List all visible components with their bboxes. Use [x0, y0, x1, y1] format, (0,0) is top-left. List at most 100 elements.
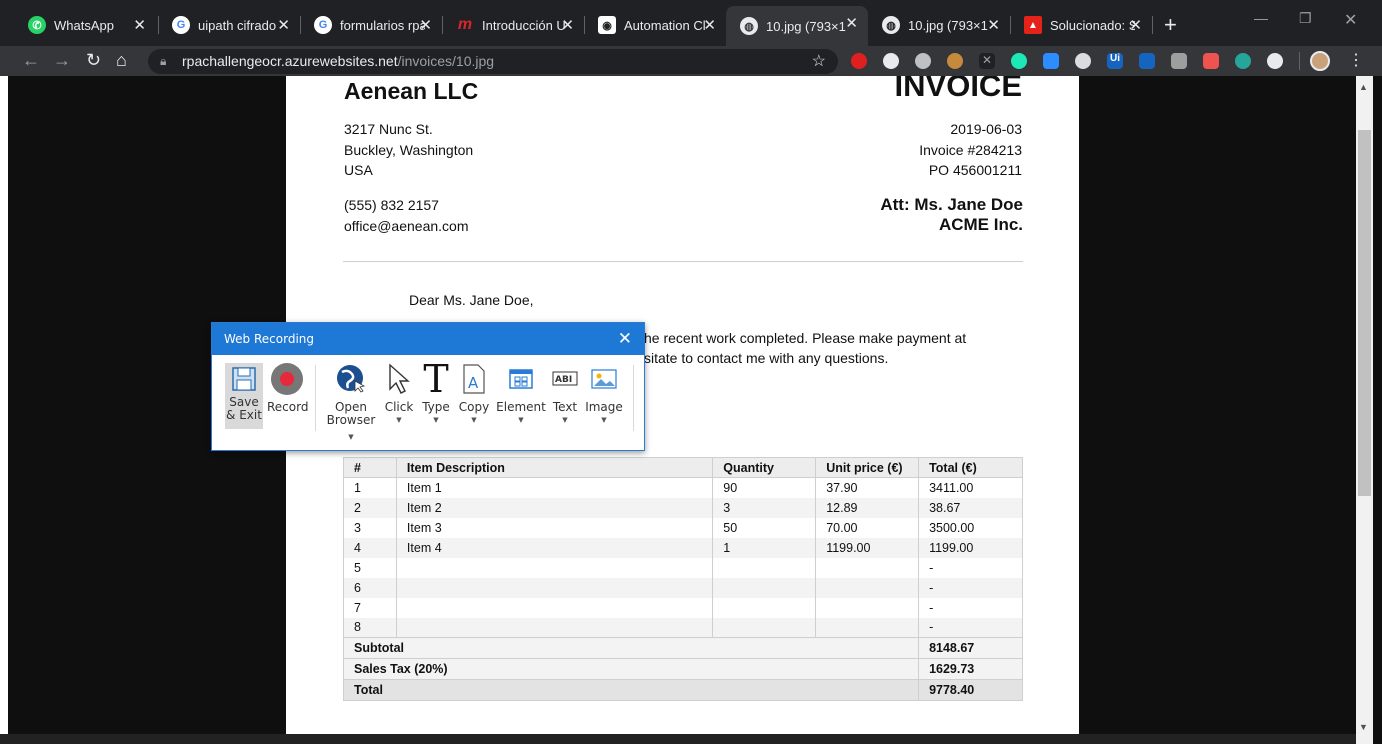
table-cell: 50: [712, 517, 817, 538]
click-button[interactable]: Click ▼: [382, 363, 416, 427]
vertical-scrollbar[interactable]: ▲ ▼: [1356, 76, 1373, 744]
body-text: he recent work completed. Please make pa…: [644, 330, 967, 346]
extension-x-icon[interactable]: ✕: [979, 53, 995, 69]
extension-b-icon[interactable]: [1171, 53, 1187, 69]
home-icon[interactable]: ⌂: [116, 50, 127, 71]
close-window-icon[interactable]: ✕: [1344, 10, 1357, 30]
table-cell: 70.00: [815, 517, 920, 538]
tab-formularios-rpa[interactable]: G formularios rpa ✕: [300, 8, 442, 42]
m-logo-icon: m: [457, 16, 473, 33]
tab-solucionado[interactable]: ▲ Solucionado: S ✕: [1010, 8, 1152, 42]
scroll-down-arrow-icon[interactable]: ▼: [1359, 722, 1368, 732]
table-cell: 8: [343, 617, 397, 638]
subtotal-label: Subtotal: [342, 637, 920, 659]
extension-badge-icon[interactable]: [1203, 53, 1219, 69]
table-cell: 3: [712, 497, 817, 518]
copy-button[interactable]: A Copy ▼: [456, 363, 492, 427]
table-cell: [712, 597, 817, 618]
extension-hand-icon[interactable]: [851, 53, 867, 69]
browser-tab-strip: ✆ WhatsApp ✕ G uipath cifrado ✕ G formul…: [0, 0, 1382, 46]
url-path: /invoices/10.jpg: [397, 53, 495, 69]
table-cell: [712, 577, 817, 598]
svg-text:A: A: [468, 374, 479, 392]
items-table: # Item Description Quantity Unit price (…: [342, 457, 1023, 701]
table-cell: -: [918, 597, 1023, 618]
table-row: 4 Item 4 1 1199.00 1199.00: [343, 537, 1023, 558]
close-icon[interactable]: ✕: [561, 16, 574, 34]
tab-whatsapp[interactable]: ✆ WhatsApp ✕: [14, 8, 156, 42]
extension-chat-icon[interactable]: [1011, 53, 1027, 69]
google-icon: G: [172, 16, 190, 34]
extension-icon[interactable]: [1267, 53, 1283, 69]
extension-icon[interactable]: [1235, 53, 1251, 69]
reload-icon[interactable]: ↻: [86, 50, 101, 71]
open-browser-button[interactable]: Open Browser ▼: [325, 363, 377, 444]
button-label: Open: [334, 400, 368, 414]
table-row: 2 Item 2 3 12.89 38.67: [343, 497, 1023, 518]
table-cell: 12.89: [815, 497, 920, 518]
text-button[interactable]: ABI Text ▼: [549, 363, 581, 427]
invoice-title: INVOICE: [894, 76, 1022, 103]
browser-toolbar: ← → ↻ ⌂ 🔒︎ rpachallengeocr.azurewebsites…: [0, 46, 1382, 76]
tab-10jpg[interactable]: ◍ 10.jpg (793×1 ✕: [868, 8, 1010, 42]
button-label: Browser: [326, 413, 376, 427]
restore-icon[interactable]: ❐: [1299, 10, 1312, 27]
zoom-extension-icon[interactable]: [1043, 53, 1059, 69]
uipath-extension-icon[interactable]: Ui: [1107, 53, 1123, 69]
close-icon[interactable]: ✕: [277, 16, 290, 34]
table-cell: 90: [712, 477, 817, 498]
new-tab-button[interactable]: +: [1164, 12, 1177, 38]
close-icon[interactable]: ✕: [987, 16, 1000, 34]
profile-avatar[interactable]: [1310, 51, 1330, 71]
element-button[interactable]: Element ▼: [496, 363, 546, 427]
close-icon[interactable]: ✕: [1129, 16, 1142, 34]
close-icon[interactable]: ✕: [845, 14, 858, 32]
body-text: sitate to contact me with any questions.: [644, 350, 889, 366]
address-bar[interactable]: 🔒︎ rpachallengeocr.azurewebsites.net/inv…: [148, 49, 838, 74]
image-button[interactable]: Image ▼: [584, 363, 624, 427]
cookie-extension-icon[interactable]: [947, 53, 963, 69]
bookmark-star-icon[interactable]: ☆: [812, 49, 826, 74]
address-line: Buckley, Washington: [344, 142, 474, 158]
table-cell: Item 4: [395, 537, 714, 558]
type-t-icon: T: [423, 357, 449, 401]
subtotal-value: 8148.67: [918, 637, 1023, 659]
scrollbar-thumb[interactable]: [1358, 130, 1371, 496]
tax-value: 1629.73: [918, 658, 1023, 680]
forward-icon[interactable]: →: [53, 50, 71, 71]
back-icon[interactable]: ←: [22, 50, 40, 71]
scroll-up-arrow-icon[interactable]: ▲: [1359, 82, 1368, 92]
button-label: Copy: [458, 400, 490, 414]
close-icon[interactable]: ✕: [419, 16, 432, 34]
close-icon[interactable]: ✕: [133, 16, 146, 34]
column-header: #: [343, 457, 397, 478]
globe-icon: ◍: [882, 16, 900, 34]
record-button[interactable]: Record: [267, 363, 308, 414]
minimize-icon[interactable]: ―: [1254, 10, 1268, 26]
tab-introduccion[interactable]: m Introducción U ✕: [442, 8, 584, 42]
table-cell: 38.67: [918, 497, 1023, 518]
tax-row: Sales Tax (20%) 1629.73: [342, 658, 1023, 680]
type-button[interactable]: T Type ▼: [419, 357, 453, 427]
table-cell: [395, 597, 714, 618]
table-cell: [395, 617, 714, 638]
tab-10jpg-active[interactable]: ◍ 10.jpg (793×1 ✕: [726, 6, 868, 46]
chart-extension-icon[interactable]: [1139, 53, 1155, 69]
table-cell: [712, 617, 817, 638]
whatsapp-icon: ✆: [28, 16, 46, 34]
menu-dots-icon[interactable]: ⋮: [1348, 50, 1364, 70]
tab-automation[interactable]: ◉ Automation Cl ✕: [584, 8, 726, 42]
close-icon[interactable]: ✕: [703, 16, 716, 34]
address-line: USA: [344, 162, 373, 178]
tab-uipath-cifrado[interactable]: G uipath cifrado ✕: [158, 8, 300, 42]
table-cell: 6: [343, 577, 397, 598]
extension-icon[interactable]: [1075, 53, 1091, 69]
extension-icon[interactable]: [883, 53, 899, 69]
save-exit-button[interactable]: Save & Exit: [225, 363, 263, 429]
close-icon[interactable]: ✕: [618, 323, 632, 355]
button-label: Save: [229, 395, 259, 409]
divider: [343, 261, 1023, 262]
record-icon: [271, 363, 303, 395]
extension-icon[interactable]: [915, 53, 931, 69]
table-cell: [815, 617, 920, 638]
